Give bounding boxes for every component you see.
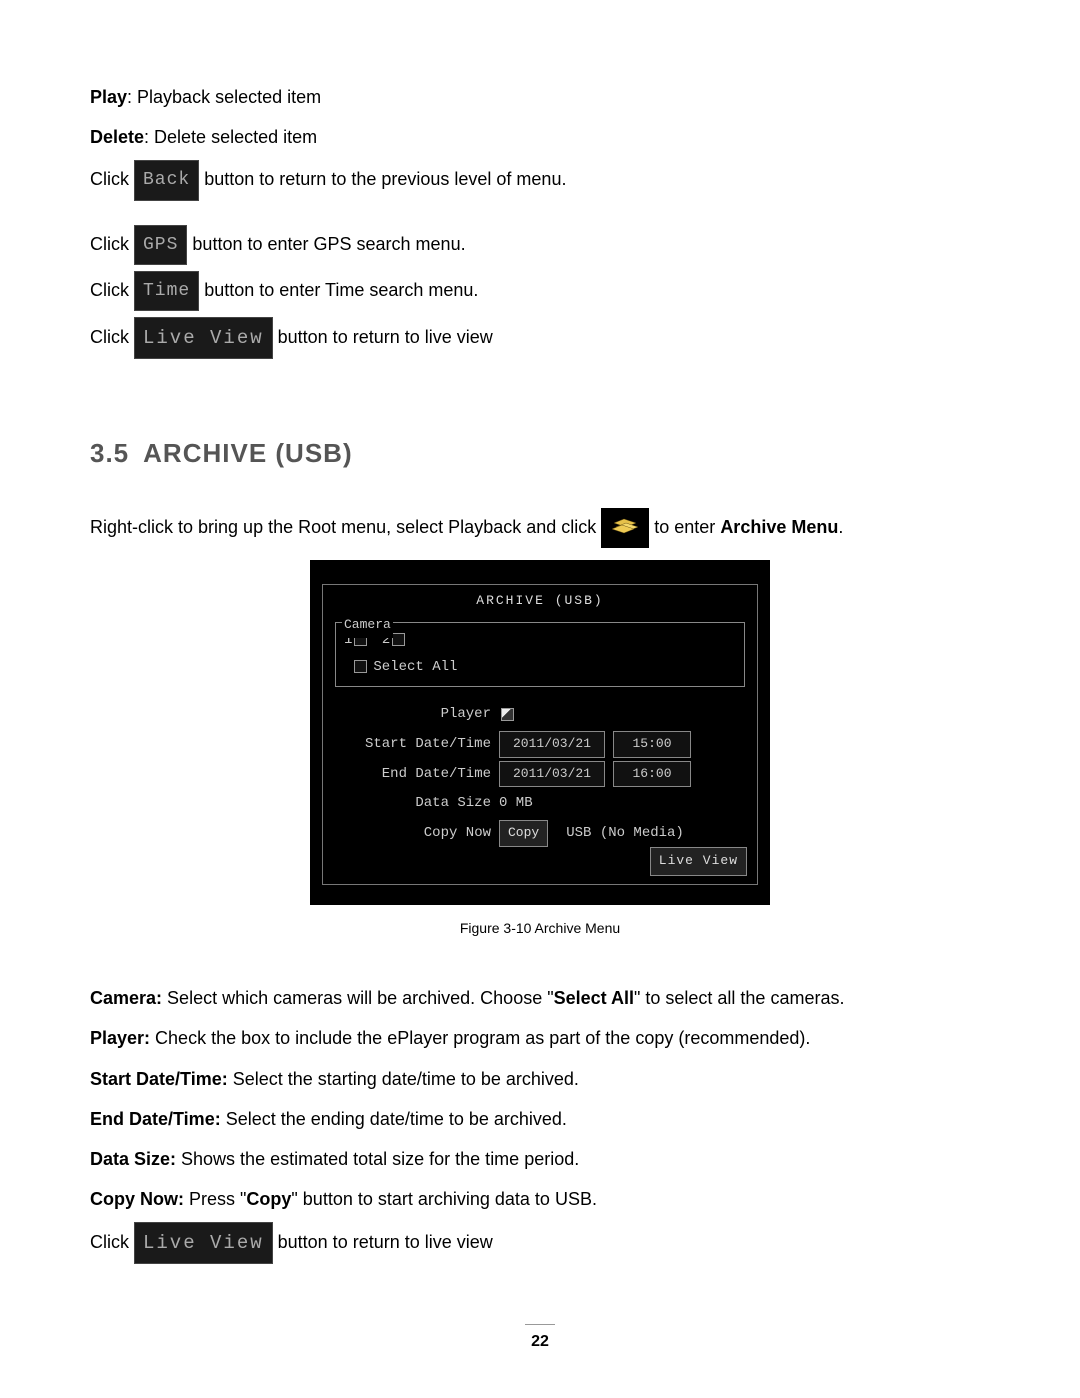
- start-label: Start Date/Time: [341, 731, 499, 758]
- back-after: button to return to the previous level o…: [204, 169, 566, 189]
- def-copy-btn: Copy: [246, 1189, 291, 1209]
- datasize-label: Data Size: [341, 790, 499, 817]
- player-label: Player: [341, 701, 499, 728]
- def-size: Data Size: Shows the estimated total siz…: [90, 1142, 990, 1176]
- end-date-field[interactable]: 2011/03/21: [499, 761, 605, 788]
- play-label: Play: [90, 87, 127, 107]
- play-text: : Playback selected item: [127, 87, 321, 107]
- intro-post-c: .: [838, 517, 843, 537]
- select-all-label: Select All: [373, 659, 457, 675]
- figure-caption: Figure 3-10 Archive Menu: [90, 915, 990, 942]
- copynow-label: Copy Now: [341, 820, 499, 847]
- live-line: Click Live View button to return to live…: [90, 317, 990, 359]
- end-label: End Date/Time: [341, 761, 499, 788]
- def-end-b: End Date/Time:: [90, 1109, 221, 1129]
- live-after: button to return to live view: [278, 327, 493, 347]
- live-view-button-image-2: Live View: [134, 1222, 273, 1264]
- player-checkbox[interactable]: [501, 708, 514, 721]
- intro-post-a: to enter: [654, 517, 720, 537]
- def-camera-b: Camera:: [90, 988, 162, 1008]
- def-copy-t1: Press ": [184, 1189, 246, 1209]
- gps-button-image: GPS: [134, 225, 187, 265]
- dvr-title: ARCHIVE (USB): [335, 589, 745, 614]
- def-camera-t: Select which cameras will be archived. C…: [162, 988, 554, 1008]
- datasize-value: 0 MB: [499, 790, 533, 817]
- time-line: Click Time button to enter Time search m…: [90, 271, 990, 311]
- click-word: Click: [90, 233, 134, 253]
- def-end: End Date/Time: Select the ending date/ti…: [90, 1102, 990, 1136]
- dvr-window: ARCHIVE (USB) Camera 1 2 Select All Play…: [310, 560, 770, 904]
- live-view-button-image: Live View: [134, 317, 273, 359]
- intro-line: Right-click to bring up the Root menu, s…: [90, 508, 990, 548]
- def-click: Click: [90, 1232, 134, 1252]
- def-end-t: Select the ending date/time to be archiv…: [221, 1109, 567, 1129]
- gps-line: Click GPS button to enter GPS search men…: [90, 225, 990, 265]
- section-heading: 3.5 ARCHIVE (USB): [90, 429, 990, 478]
- live-view-button[interactable]: Live View: [650, 847, 747, 876]
- delete-label: Delete: [90, 127, 144, 147]
- copy-button[interactable]: Copy: [499, 820, 548, 847]
- start-date-field[interactable]: 2011/03/21: [499, 731, 605, 758]
- def-copy-b: Copy Now:: [90, 1189, 184, 1209]
- def-player: Player: Check the box to include the ePl…: [90, 1021, 990, 1055]
- def-start-b: Start Date/Time:: [90, 1069, 228, 1089]
- def-camera: Camera: Select which cameras will be arc…: [90, 981, 990, 1015]
- click-word: Click: [90, 280, 134, 300]
- def-copy: Copy Now: Press "Copy" button to start a…: [90, 1182, 990, 1216]
- page-number: 22: [525, 1324, 555, 1357]
- section-title: ARCHIVE (USB): [143, 438, 352, 468]
- def-start-t: Select the starting date/time to be arch…: [228, 1069, 579, 1089]
- gps-after: button to enter GPS search menu.: [192, 233, 465, 253]
- archive-menu-figure: ARCHIVE (USB) Camera 1 2 Select All Play…: [90, 560, 990, 941]
- section-number: 3.5: [90, 438, 129, 468]
- intro-pre: Right-click to bring up the Root menu, s…: [90, 517, 601, 537]
- archive-folder-icon: [601, 508, 649, 548]
- end-time-field[interactable]: 16:00: [613, 761, 691, 788]
- def-player-b: Player:: [90, 1028, 150, 1048]
- camera-legend: Camera: [342, 613, 393, 638]
- def-start: Start Date/Time: Select the starting dat…: [90, 1062, 990, 1096]
- intro-post-b: Archive Menu: [720, 517, 838, 537]
- usb-status: USB (No Media): [566, 820, 684, 847]
- def-copy-t2: " button to start archiving data to USB.: [291, 1189, 597, 1209]
- def-size-b: Data Size:: [90, 1149, 176, 1169]
- click-word: Click: [90, 169, 134, 189]
- def-player-t: Check the box to include the ePlayer pro…: [150, 1028, 810, 1048]
- def-camera-sa: Select All: [554, 988, 634, 1008]
- time-button-image: Time: [134, 271, 199, 311]
- camera-group: Camera 1 2 Select All: [335, 622, 745, 687]
- delete-line: Delete: Delete selected item: [90, 120, 990, 154]
- def-live-after: button to return to live view: [278, 1232, 493, 1252]
- back-line: Click Back button to return to the previ…: [90, 160, 990, 200]
- def-live: Click Live View button to return to live…: [90, 1222, 990, 1264]
- def-size-t: Shows the estimated total size for the t…: [176, 1149, 579, 1169]
- time-after: button to enter Time search menu.: [204, 280, 478, 300]
- start-time-field[interactable]: 15:00: [613, 731, 691, 758]
- cam2-checkbox[interactable]: [392, 633, 405, 646]
- def-camera-t2: " to select all the cameras.: [634, 988, 844, 1008]
- click-word: Click: [90, 327, 134, 347]
- play-line: Play: Playback selected item: [90, 80, 990, 114]
- select-all-checkbox[interactable]: [354, 660, 367, 673]
- back-button-image: Back: [134, 160, 199, 200]
- delete-text: : Delete selected item: [144, 127, 317, 147]
